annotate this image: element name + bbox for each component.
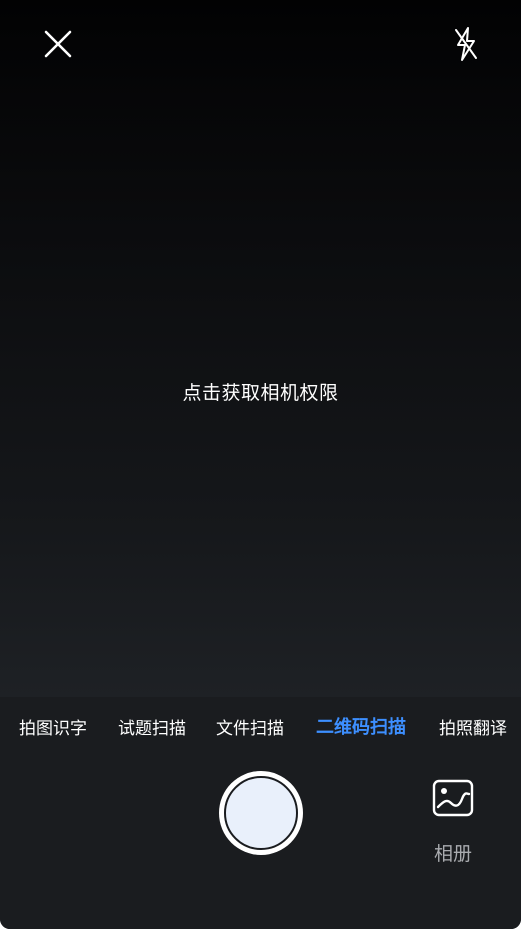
album-button[interactable]: 相册	[422, 775, 484, 867]
shutter-inner	[224, 776, 298, 850]
close-button[interactable]	[38, 24, 78, 64]
flash-toggle-button[interactable]	[450, 24, 482, 64]
mode-tab-photo-translate[interactable]: 拍照翻译	[439, 714, 507, 739]
flash-off-icon	[455, 27, 477, 61]
album-label: 相册	[433, 843, 472, 865]
shutter-button[interactable]	[219, 771, 303, 855]
mode-tab-qr-scan[interactable]: 二维码扫描	[316, 713, 406, 739]
close-icon	[44, 30, 72, 58]
mode-tab-text-recognition[interactable]: 拍图识字	[19, 714, 87, 739]
mode-selector: 拍图识字 试题扫描 文件扫描 二维码扫描 拍照翻译	[0, 697, 521, 755]
bottom-panel: 拍图识字 试题扫描 文件扫描 二维码扫描 拍照翻译 相册	[0, 697, 521, 929]
camera-permission-prompt[interactable]: 点击获取相机权限	[0, 378, 521, 405]
mode-tab-document-scan[interactable]: 文件扫描	[216, 714, 284, 739]
camera-screen: 点击获取相机权限 拍图识字 试题扫描 文件扫描 二维码扫描 拍照翻译 相册	[0, 0, 521, 929]
image-gallery-icon	[432, 779, 474, 817]
mode-tab-question-scan[interactable]: 试题扫描	[118, 714, 186, 739]
